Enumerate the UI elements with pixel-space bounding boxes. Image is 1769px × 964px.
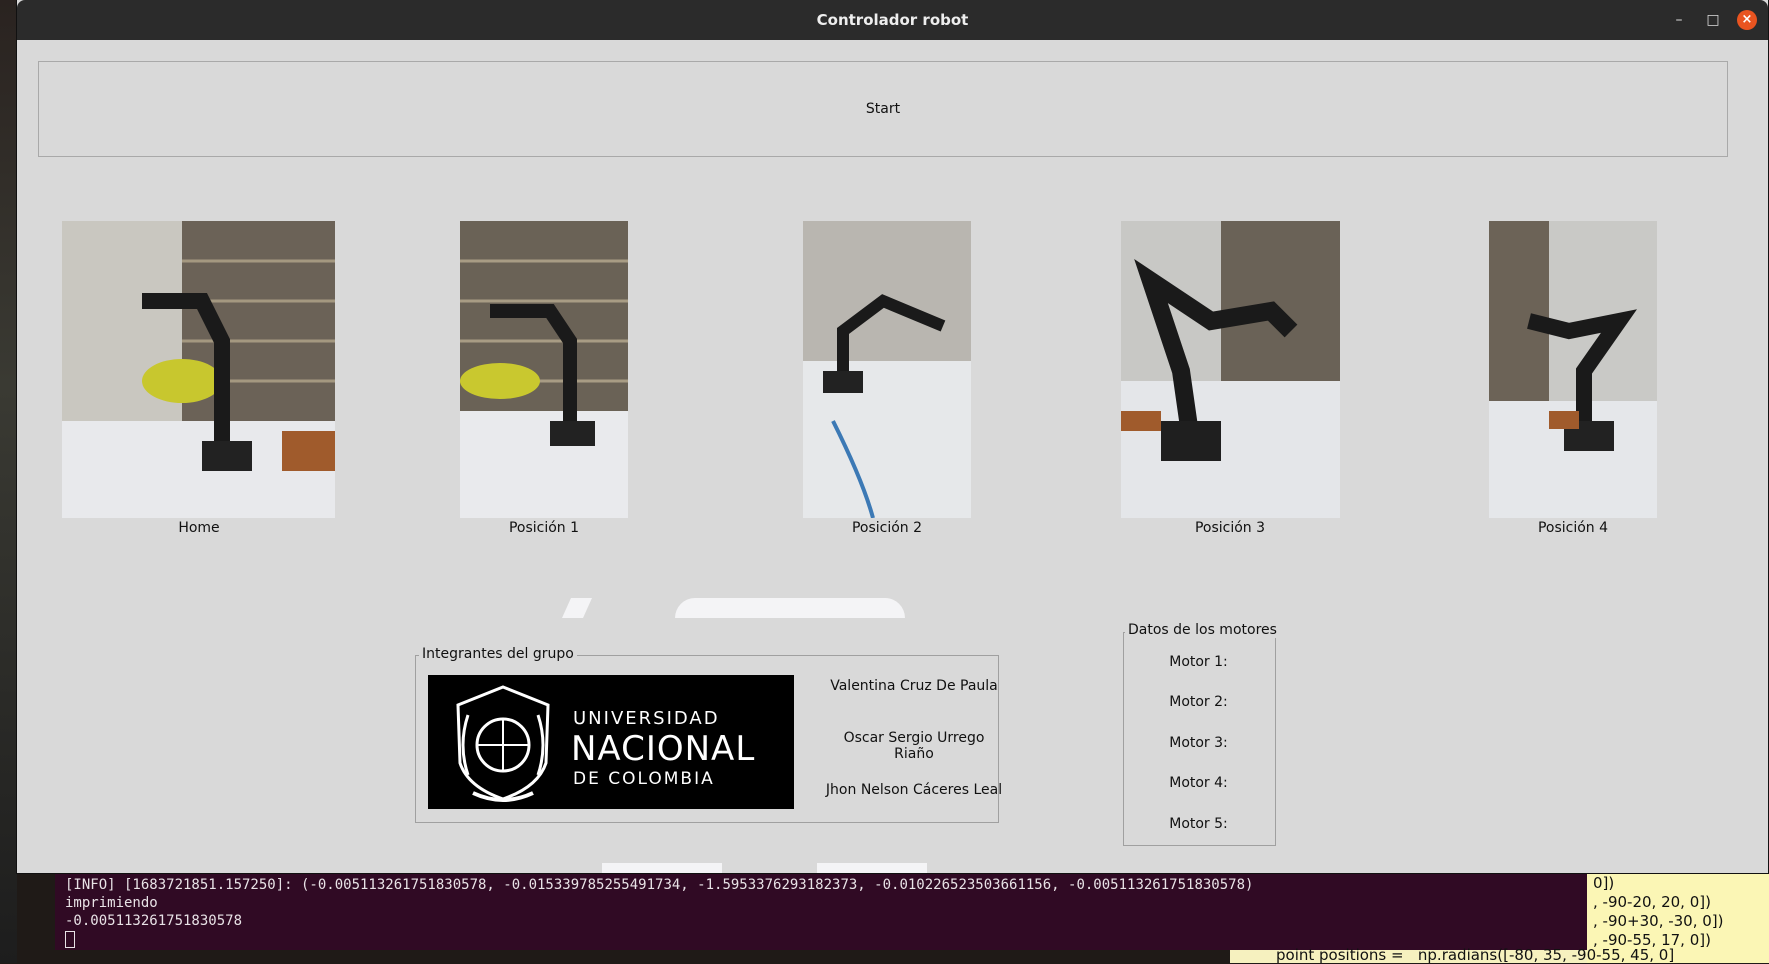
- terminal-cursor: [65, 931, 75, 948]
- posicion-4-photo[interactable]: [1489, 221, 1657, 518]
- terminal-line: imprimiendo: [65, 895, 158, 911]
- maximize-button[interactable]: □: [1703, 10, 1723, 30]
- posicion-4-label: Posición 4: [1537, 520, 1609, 536]
- posicion-2-label: Posición 2: [851, 520, 923, 536]
- terminal-line: -0.005113261751830578: [65, 913, 243, 929]
- motor-4-label: Motor 4:: [1169, 775, 1228, 791]
- university-logo: UNIVERSIDAD NACIONAL DE COLOMBIA: [428, 675, 794, 809]
- terminal-line: [INFO] [1683721851.157250]: (-0.00511326…: [65, 877, 1254, 893]
- robot-arm-photo: [62, 221, 335, 518]
- university-seal-icon: [456, 685, 550, 802]
- member-name: Valentina Cruz De Paula: [830, 678, 998, 694]
- posicion-1-label: Posición 1: [508, 520, 580, 536]
- home-photo[interactable]: [62, 221, 335, 518]
- posicion-1-photo[interactable]: [460, 221, 628, 518]
- code-line: , -90+30, -30, 0]): [1593, 912, 1724, 930]
- desktop-background: [0, 0, 17, 963]
- background-artifact: [817, 863, 927, 873]
- motor-1-label: Motor 1:: [1169, 654, 1228, 670]
- robot-arm-photo: [1121, 221, 1340, 518]
- minimize-button[interactable]: –: [1669, 10, 1689, 30]
- member-name: Oscar Sergio Urrego Riaño: [843, 730, 985, 762]
- code-line: , -90-20, 20, 0]): [1593, 893, 1711, 911]
- code-editor-bottom-line: point positions = np.radians([-80, 35, -…: [1230, 946, 1674, 964]
- robot-arm-photo: [803, 221, 971, 518]
- motores-title: Datos de los motores: [1125, 622, 1280, 638]
- logo-text-universidad: UNIVERSIDAD: [573, 708, 720, 729]
- motor-2-label: Motor 2:: [1169, 694, 1228, 710]
- robot-arm-photo: [1489, 221, 1657, 518]
- start-button[interactable]: Start: [38, 61, 1728, 157]
- posicion-2-photo[interactable]: [803, 221, 971, 518]
- integrantes-title: Integrantes del grupo: [419, 646, 577, 662]
- member-name: Jhon Nelson Cáceres Leal: [825, 782, 1003, 798]
- motor-5-label: Motor 5:: [1169, 816, 1228, 832]
- start-button-label: Start: [865, 101, 901, 117]
- app-window: Controlador robot – □ × Start Home Posic…: [17, 0, 1768, 873]
- posicion-3-label: Posición 3: [1194, 520, 1266, 536]
- close-button[interactable]: ×: [1737, 10, 1757, 30]
- background-artifact: [562, 598, 592, 618]
- posicion-3-photo[interactable]: [1121, 221, 1340, 518]
- code-line: 0]): [1593, 874, 1615, 892]
- motor-3-label: Motor 3:: [1169, 735, 1228, 751]
- logo-text-nacional: NACIONAL: [571, 729, 756, 769]
- background-artifact: [675, 598, 905, 618]
- window-title: Controlador robot: [816, 11, 969, 29]
- logo-text-de-colombia: DE COLOMBIA: [573, 769, 715, 789]
- robot-arm-photo: [460, 221, 628, 518]
- home-label: Home: [178, 520, 220, 536]
- background-artifact: [602, 863, 722, 873]
- title-bar[interactable]: Controlador robot – □ ×: [17, 0, 1768, 40]
- code-line: point positions = np.radians([-80, 35, -…: [1276, 946, 1675, 964]
- terminal-window[interactable]: [INFO] [1683721851.157250]: (-0.00511326…: [55, 873, 1587, 950]
